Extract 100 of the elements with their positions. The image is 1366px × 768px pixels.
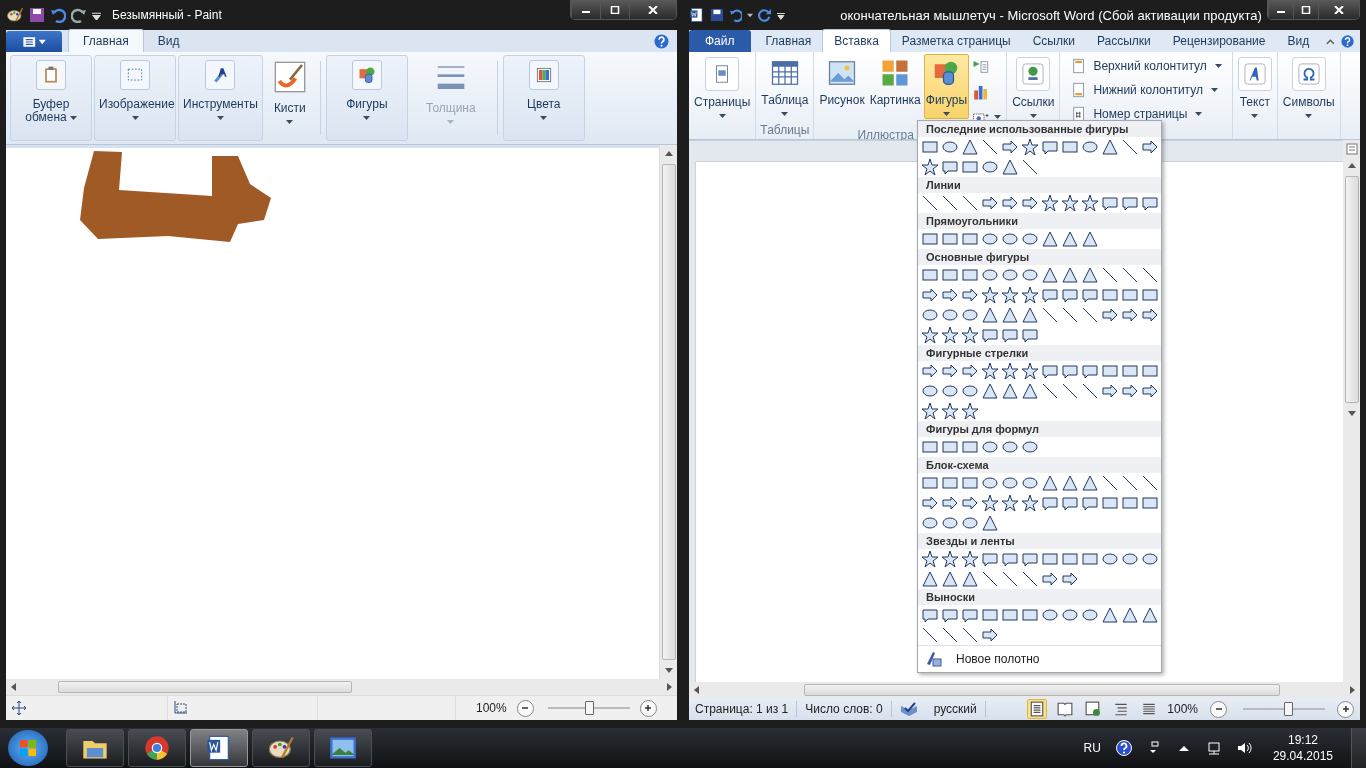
language[interactable]: русский [933,702,977,716]
taskbar-app-button[interactable] [66,729,124,767]
ribbon-button[interactable]: Ссылки [1010,54,1057,121]
start-button[interactable] [8,730,48,766]
ribbon-tab[interactable]: Главная [754,30,823,52]
shape-icon[interactable] [1020,361,1040,381]
shape-icon[interactable] [1040,381,1060,401]
shape-icon[interactable] [1000,305,1020,325]
shape-icon[interactable] [960,325,980,345]
shape-icon[interactable] [1060,381,1080,401]
shape-icon[interactable] [980,381,1000,401]
scrollbar-thumb[interactable] [58,681,352,693]
shape-icon[interactable] [1080,193,1100,213]
shape-icon[interactable] [1120,265,1140,285]
minimize-button[interactable] [571,0,600,19]
shape-icon[interactable] [1020,157,1040,177]
shape-icon[interactable] [1000,381,1020,401]
document-w-icon[interactable] [689,6,705,24]
scrollbar-thumb[interactable] [804,684,1280,696]
volume-icon[interactable] [1235,740,1252,756]
redo-icon[interactable] [71,7,87,23]
zoom-in-button[interactable] [639,699,657,717]
scroll-left-icon[interactable] [11,683,16,691]
ribbon-tab[interactable]: Вставка [822,29,891,52]
shape-icon[interactable] [960,625,980,645]
clock-time[interactable]: 19:12 [1287,732,1318,748]
repeat-icon[interactable] [758,7,773,23]
shape-icon[interactable] [1000,361,1020,381]
close-button[interactable] [1318,0,1359,19]
scroll-up-icon[interactable] [664,151,673,156]
shape-icon[interactable] [920,325,940,345]
ribbon-tab[interactable]: Ссылки [1021,30,1086,52]
ribbon-button[interactable]: Текст [1235,54,1274,121]
shape-icon[interactable] [1020,305,1040,325]
file-menu-button[interactable] [6,31,62,52]
network-icon[interactable] [1205,740,1222,756]
shape-icon[interactable] [1140,473,1160,493]
scroll-right-icon[interactable] [1350,686,1355,694]
shape-icon[interactable] [1020,285,1040,305]
taskbar-app-button[interactable] [190,729,248,767]
undo-icon[interactable] [728,7,743,23]
shape-icon[interactable] [920,401,940,421]
shape-icon[interactable] [980,361,1000,381]
shape-icon[interactable] [920,549,940,569]
save-icon[interactable] [709,7,724,23]
help-icon[interactable] [1115,740,1132,756]
shape-icon[interactable] [1140,265,1160,285]
shape-icon[interactable] [980,569,1000,589]
shape-icon[interactable] [1000,493,1020,513]
ribbon-tab[interactable]: Главная [68,29,144,52]
page-count[interactable]: Страница: 1 из 1 [695,702,789,716]
shape-icon[interactable] [960,193,980,213]
zoom-out-button[interactable] [516,699,534,717]
shape-icon[interactable] [920,193,940,213]
ribbon-tab[interactable]: Файл [689,30,751,52]
save-icon[interactable] [29,7,45,23]
ribbon-button[interactable]: Кисти [264,55,315,141]
shape-icon[interactable] [1100,473,1120,493]
shape-icon[interactable] [960,401,980,421]
customize-caret-icon[interactable] [92,10,101,20]
taskbar-app-button[interactable] [128,729,186,767]
scrollbar[interactable] [659,145,677,679]
customize-caret-icon[interactable] [777,10,786,20]
scrollbar[interactable] [6,679,677,695]
word-count[interactable]: Число слов: 0 [805,702,883,716]
caret-icon[interactable] [747,12,754,18]
language-indicator[interactable]: RU [1083,741,1101,755]
ribbon-button[interactable]: Картинка [867,54,923,119]
shape-icon[interactable] [1000,285,1020,305]
close-button[interactable] [629,0,676,19]
shape-icon[interactable] [1020,381,1040,401]
shape-icon[interactable] [980,137,1000,157]
ribbon-button[interactable]: Фигуры [923,54,970,119]
shape-icon[interactable] [920,625,940,645]
scroll-right-icon[interactable] [667,683,672,691]
taskbar-app-button[interactable] [314,729,372,767]
ribbon-button[interactable]: Нижний колонтитул [1069,80,1223,100]
maximize-button[interactable] [1293,0,1319,19]
shape-icon[interactable] [940,325,960,345]
shape-icon[interactable] [1060,305,1080,325]
maximize-button[interactable] [600,0,629,19]
collapse-ribbon-icon[interactable] [1326,39,1335,45]
shape-icon[interactable] [940,625,960,645]
scroll-left-icon[interactable] [694,686,699,694]
shape-icon[interactable] [1000,569,1020,589]
ribbon-button[interactable]: Страницы [692,54,753,121]
ribbon-button[interactable]: Таблица [759,54,811,119]
shape-icon[interactable] [1020,569,1040,589]
taskbar-app-button[interactable] [252,729,310,767]
shape-icon[interactable] [920,157,940,177]
palette-brush-icon[interactable] [6,6,24,24]
spellcheck-icon[interactable] [899,702,918,716]
slider-thumb[interactable] [584,701,594,715]
ribbon-button[interactable]: Буфер обмена [10,55,92,141]
shape-icon[interactable] [980,493,1000,513]
shape-icon[interactable] [940,401,960,421]
zoom-in-button[interactable] [1337,700,1354,718]
ribbon-button[interactable]: Верхний колонтитул [1069,56,1223,76]
scrollbar-thumb[interactable] [1344,176,1359,403]
shape-icon[interactable] [1120,473,1140,493]
